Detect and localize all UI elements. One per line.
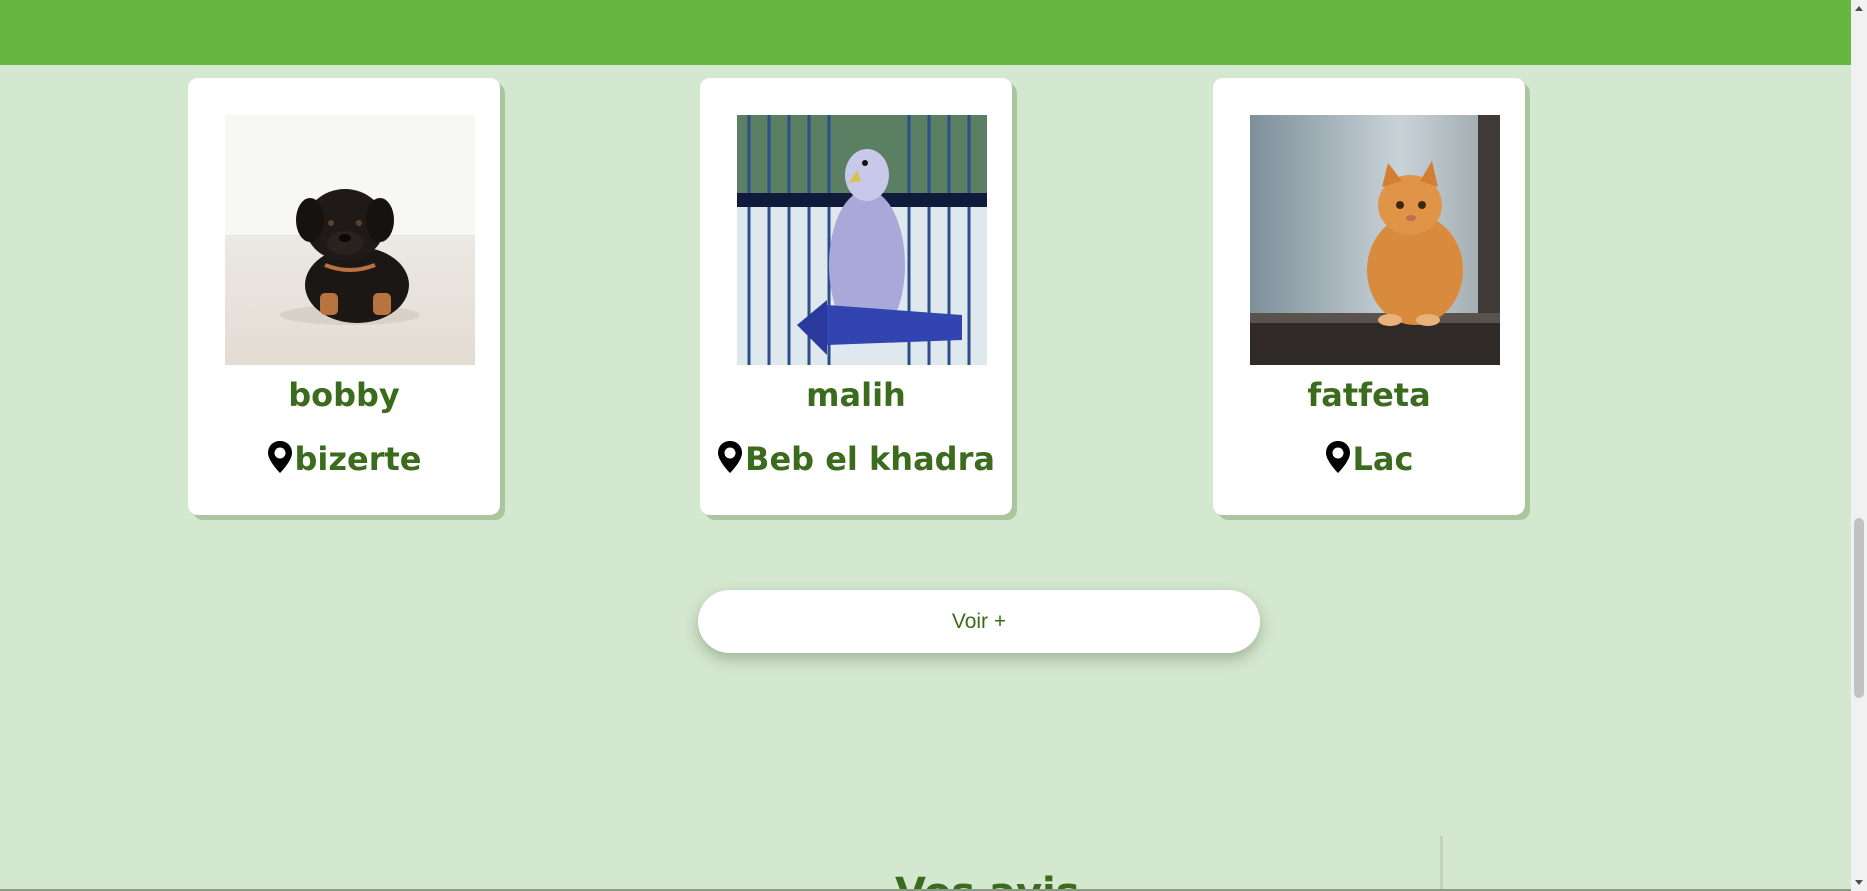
location-pin-icon bbox=[267, 441, 292, 473]
pet-card-bobby[interactable]: bobby bizerte bbox=[188, 78, 500, 515]
pet-name: bobby bbox=[288, 376, 400, 414]
page-content: bobby bizerte malih Beb el khadra fatfet… bbox=[0, 65, 1851, 891]
pet-name: fatfeta bbox=[1307, 376, 1431, 414]
scrollbar-thumb[interactable] bbox=[1854, 518, 1864, 698]
pet-card-malih[interactable]: malih Beb el khadra bbox=[700, 78, 1012, 515]
pet-photo-puppy[interactable] bbox=[225, 115, 475, 365]
top-header-bar bbox=[0, 0, 1851, 65]
location-label: bizerte bbox=[294, 440, 422, 478]
pet-card-fatfeta[interactable]: fatfeta Lac bbox=[1213, 78, 1525, 515]
reviews-title: Vos avis bbox=[895, 870, 1080, 891]
pet-location: bizerte bbox=[188, 440, 500, 478]
location-pin-icon bbox=[718, 441, 743, 473]
voir-plus-button[interactable]: Voir + bbox=[698, 590, 1260, 653]
pet-name: malih bbox=[806, 376, 906, 414]
location-pin-icon bbox=[1325, 441, 1350, 473]
scroll-up-arrow-icon[interactable] bbox=[1855, 6, 1863, 11]
pet-location: Beb el khadra bbox=[700, 440, 1012, 478]
reviews-divider bbox=[1440, 836, 1443, 891]
location-label: Beb el khadra bbox=[745, 440, 995, 478]
pet-photo-parakeet[interactable] bbox=[737, 115, 987, 365]
scroll-down-arrow-icon[interactable] bbox=[1855, 880, 1863, 885]
location-label: Lac bbox=[1352, 440, 1414, 478]
vertical-scrollbar[interactable] bbox=[1851, 0, 1867, 891]
pet-photo-cat[interactable] bbox=[1250, 115, 1500, 365]
pet-location: Lac bbox=[1213, 440, 1525, 478]
